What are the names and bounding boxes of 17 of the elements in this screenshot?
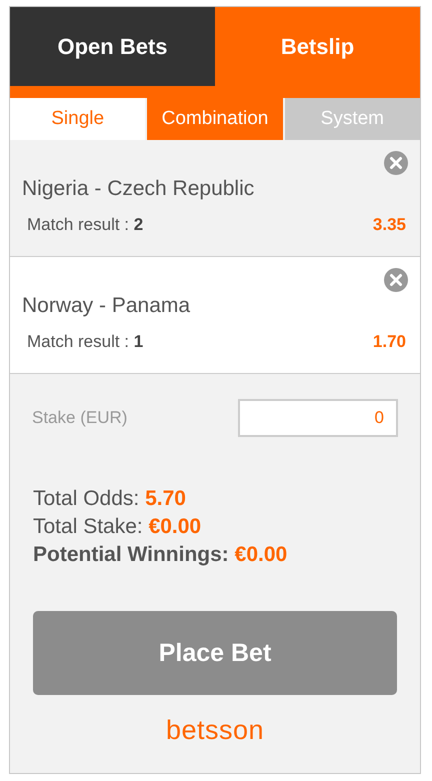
- brand-logo: betsson: [166, 715, 264, 746]
- bet-type-tab[interactable]: Single: [10, 98, 146, 140]
- market-selection: Match result : 2: [27, 215, 144, 235]
- match-name: Norway - Panama: [22, 294, 190, 318]
- odds-value: 1.70: [372, 332, 406, 352]
- market-selection: Match result : 1: [27, 332, 144, 352]
- potential-winnings: Potential Winnings: €0.00: [33, 543, 288, 567]
- bet-type-tab[interactable]: Combination: [145, 98, 283, 140]
- total-line: Total Odds: 5.70: [33, 487, 187, 511]
- stake-label: Stake (EUR): [32, 408, 128, 428]
- stake-field[interactable]: 0: [238, 399, 398, 437]
- match-name: Nigeria - Czech Republic: [22, 177, 254, 201]
- remove-icon[interactable]: [384, 268, 408, 292]
- total-line: Total Stake: €0.00: [33, 515, 202, 539]
- odds-value: 3.35: [372, 215, 406, 235]
- main-tab[interactable]: Open Bets: [10, 7, 215, 86]
- remove-icon[interactable]: [384, 151, 408, 175]
